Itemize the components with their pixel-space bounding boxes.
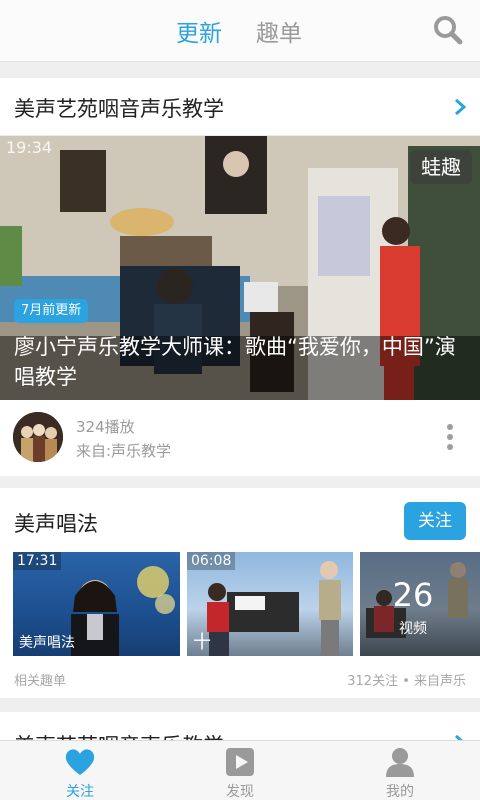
channel-avatar[interactable]	[13, 412, 63, 462]
video-count-label: 视频	[399, 621, 427, 637]
source-label: 来自:声乐教学	[76, 442, 172, 460]
thumbnail-duration: 17:31	[13, 552, 62, 570]
topic-thumbnail-more[interactable]: 26 视频	[360, 552, 480, 656]
nav-me[interactable]: 我的	[340, 741, 460, 800]
user-icon	[386, 748, 414, 777]
chevron-right-icon[interactable]	[454, 98, 466, 116]
topic-thumbnail[interactable]: 06:08 十	[187, 552, 353, 656]
channel-title: 美声艺苑咽音声乐教学	[14, 97, 224, 121]
related-playlists-label[interactable]: 相关趣单	[14, 670, 66, 689]
thumbnail-duration: 06:08	[187, 552, 236, 570]
video-count: 26	[392, 576, 434, 614]
tab-playlists[interactable]: 趣单	[256, 14, 302, 48]
video-duration: 19:34	[6, 138, 53, 157]
video-thumbnail[interactable]: 19:34 蛙趣 7月前更新 廖小宁声乐教学大师课：歌曲“我爱你，中国”演唱教学	[0, 136, 480, 400]
brand-watermark: 蛙趣	[410, 150, 472, 184]
thumbnail-label: 十	[193, 632, 211, 653]
more-options-icon[interactable]	[446, 424, 454, 450]
feed-card-header[interactable]: 美声艺苑咽音声乐教学	[0, 78, 480, 136]
feed-card: 美声艺苑咽音声乐教学 19:34 蛙趣 7月前更新 廖小宁声乐教学大师课：歌曲“…	[0, 78, 480, 476]
bottom-nav: 关注 发现 我的	[0, 740, 480, 800]
play-icon	[226, 748, 254, 776]
thumbnail-label: 美声唱法	[19, 635, 75, 651]
nav-label: 我的	[386, 784, 414, 800]
search-icon[interactable]	[432, 14, 464, 46]
avatar-illustration	[13, 412, 63, 462]
nav-discover[interactable]: 发现	[180, 741, 300, 800]
topic-thumbnail[interactable]: 17:31 美声唱法	[13, 552, 180, 656]
nav-label: 发现	[226, 784, 254, 800]
video-title[interactable]: 廖小宁声乐教学大师课：歌曲“我爱你，中国”演唱教学	[14, 332, 466, 392]
top-bar: 更新 趣单	[0, 0, 480, 62]
play-count: 324播放	[76, 418, 135, 436]
nav-follow[interactable]: 关注	[20, 741, 140, 800]
heart-icon	[65, 749, 95, 775]
follow-button[interactable]: 关注	[404, 502, 466, 540]
update-badge: 7月前更新	[14, 299, 89, 323]
tab-updates[interactable]: 更新	[176, 14, 222, 48]
topic-card: 美声唱法 关注 17:31 美声唱法 06:08 十 26 视频 相关趣单 31…	[0, 488, 480, 698]
video-meta-row: 324播放 来自:声乐教学	[0, 400, 480, 476]
nav-label: 关注	[66, 784, 94, 800]
topic-title[interactable]: 美声唱法	[14, 508, 98, 538]
topic-stats: 312关注 • 来自声乐	[347, 674, 466, 689]
